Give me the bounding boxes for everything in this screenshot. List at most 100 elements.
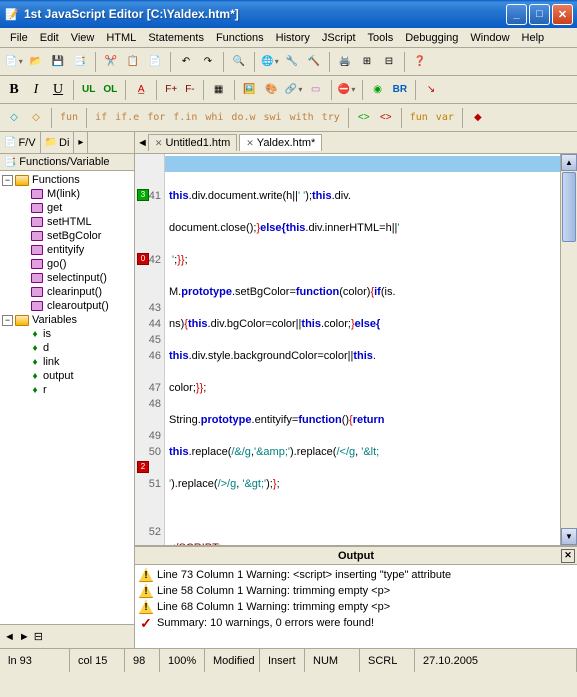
- kw-ife[interactable]: if.e: [112, 108, 142, 128]
- kw-var[interactable]: var: [433, 108, 457, 128]
- hammer-button[interactable]: 🔨: [304, 52, 324, 72]
- bold-button[interactable]: B: [4, 80, 24, 100]
- scroll-thumb[interactable]: [562, 172, 576, 242]
- tree-variables[interactable]: −Variables: [2, 313, 132, 327]
- kw-dow[interactable]: do.w: [228, 108, 258, 128]
- tree-fn[interactable]: M(link): [2, 187, 132, 201]
- tree-fn[interactable]: setBgColor: [2, 229, 132, 243]
- editor-tab[interactable]: ✕Untitled1.htm: [148, 134, 237, 151]
- undo-button[interactable]: ↶: [176, 52, 196, 72]
- tree-fn[interactable]: selectinput(): [2, 271, 132, 285]
- circle-icon[interactable]: ◉: [368, 80, 388, 100]
- scroll-up-icon[interactable]: ▲: [561, 154, 577, 171]
- find-button[interactable]: 🔍: [229, 52, 249, 72]
- copy-button[interactable]: 📋: [123, 52, 143, 72]
- tree-fwd[interactable]: ►: [19, 631, 30, 643]
- tree-view[interactable]: −Functions M(link) get setHTML setBgColo…: [0, 171, 134, 624]
- menu-tools[interactable]: Tools: [362, 30, 400, 46]
- side-tab-fv[interactable]: 📄F/V: [0, 132, 41, 153]
- save-button[interactable]: 💾: [48, 52, 68, 72]
- menu-history[interactable]: History: [270, 30, 316, 46]
- kw-tag1[interactable]: <>: [354, 108, 374, 128]
- ul-button[interactable]: UL: [79, 80, 98, 100]
- menu-jscript[interactable]: JScript: [316, 30, 362, 46]
- kw-fun[interactable]: fun: [57, 108, 81, 128]
- tree-var[interactable]: ♦r: [2, 383, 132, 397]
- tree-var[interactable]: ♦link: [2, 355, 132, 369]
- kw-diamond[interactable]: ◆: [468, 108, 488, 128]
- menu-view[interactable]: View: [65, 30, 101, 46]
- palette-button[interactable]: 🎨: [262, 80, 282, 100]
- new-button[interactable]: 📄▾: [4, 52, 24, 72]
- menu-help[interactable]: Help: [516, 30, 551, 46]
- kw-if[interactable]: if: [92, 108, 110, 128]
- saveall-button[interactable]: 📑: [70, 52, 90, 72]
- tile-button[interactable]: ⊞: [357, 52, 377, 72]
- table-button[interactable]: ▦: [209, 80, 229, 100]
- link-button[interactable]: 🔗▾: [284, 80, 304, 100]
- br-button[interactable]: BR: [390, 80, 410, 100]
- tree-fn[interactable]: get: [2, 201, 132, 215]
- cut-button[interactable]: ✂️: [101, 52, 121, 72]
- tree-list-icon[interactable]: ⊟: [34, 630, 43, 643]
- kw-whi[interactable]: whi: [202, 108, 226, 128]
- vertical-scrollbar[interactable]: ▲ ▼: [560, 154, 577, 545]
- tree-var[interactable]: ♦output: [2, 369, 132, 383]
- cascade-button[interactable]: ⊟: [379, 52, 399, 72]
- line-gutter[interactable]: 413420434445464748495025152: [135, 154, 165, 545]
- print-button[interactable]: 🖨️: [335, 52, 355, 72]
- kw-with[interactable]: with: [287, 108, 317, 128]
- kw-icon2[interactable]: ◇: [26, 108, 46, 128]
- kw-icon1[interactable]: ◇: [4, 108, 24, 128]
- tree-fn[interactable]: go(): [2, 257, 132, 271]
- fontinc-button[interactable]: F+: [162, 80, 180, 100]
- menu-debugging[interactable]: Debugging: [399, 30, 464, 46]
- menu-edit[interactable]: Edit: [34, 30, 65, 46]
- code-editor[interactable]: this.div.document.write(h||' ');this.div…: [165, 154, 560, 545]
- kw-try[interactable]: try: [319, 108, 343, 128]
- underline-button[interactable]: U: [48, 80, 68, 100]
- kw-fun2[interactable]: fun: [407, 108, 431, 128]
- tools-button[interactable]: 🔧: [282, 52, 302, 72]
- menu-window[interactable]: Window: [464, 30, 515, 46]
- side-tab-more[interactable]: ▸: [74, 132, 88, 153]
- tab-prev[interactable]: ◄: [137, 137, 148, 149]
- tree-var[interactable]: ♦d: [2, 341, 132, 355]
- tree-fn[interactable]: clearinput(): [2, 285, 132, 299]
- tree-var[interactable]: ♦is: [2, 327, 132, 341]
- run-button[interactable]: 🌐▾: [260, 52, 280, 72]
- image-button[interactable]: 🖼️: [240, 80, 260, 100]
- tab-close-icon[interactable]: ✕: [155, 138, 163, 149]
- kw-tag2[interactable]: <>: [376, 108, 396, 128]
- tree-fn[interactable]: entityify: [2, 243, 132, 257]
- arrow-icon[interactable]: ↘: [421, 80, 441, 100]
- font-button[interactable]: A̲: [131, 80, 151, 100]
- italic-button[interactable]: I: [26, 80, 46, 100]
- tab-close-icon[interactable]: ✕: [246, 138, 254, 149]
- tree-back[interactable]: ◄: [4, 631, 15, 643]
- rect-button[interactable]: ▭: [306, 80, 326, 100]
- redo-button[interactable]: ↷: [198, 52, 218, 72]
- ol-button[interactable]: OL: [100, 80, 120, 100]
- open-button[interactable]: 📂: [26, 52, 46, 72]
- menu-html[interactable]: HTML: [100, 30, 142, 46]
- tree-functions[interactable]: −Functions: [2, 173, 132, 187]
- tree-fn[interactable]: setHTML: [2, 215, 132, 229]
- scroll-down-icon[interactable]: ▼: [561, 528, 577, 545]
- kw-fin[interactable]: f.in: [170, 108, 200, 128]
- menu-statements[interactable]: Statements: [142, 30, 210, 46]
- kw-swi[interactable]: swi: [261, 108, 285, 128]
- output-close-icon[interactable]: ✕: [561, 549, 575, 563]
- maximize-button[interactable]: □: [529, 4, 550, 25]
- fontdec-button[interactable]: F-: [182, 80, 197, 100]
- close-button[interactable]: ✕: [552, 4, 573, 25]
- menu-functions[interactable]: Functions: [210, 30, 270, 46]
- menu-file[interactable]: File: [4, 30, 34, 46]
- help-icon[interactable]: ❓: [410, 52, 430, 72]
- tree-fn[interactable]: clearoutput(): [2, 299, 132, 313]
- paste-button[interactable]: 📄: [145, 52, 165, 72]
- side-tab-di[interactable]: 📁Di: [41, 132, 75, 153]
- output-body[interactable]: !Line 73 Column 1 Warning: <script> inse…: [135, 565, 577, 648]
- minimize-button[interactable]: _: [506, 4, 527, 25]
- kw-for[interactable]: for: [144, 108, 168, 128]
